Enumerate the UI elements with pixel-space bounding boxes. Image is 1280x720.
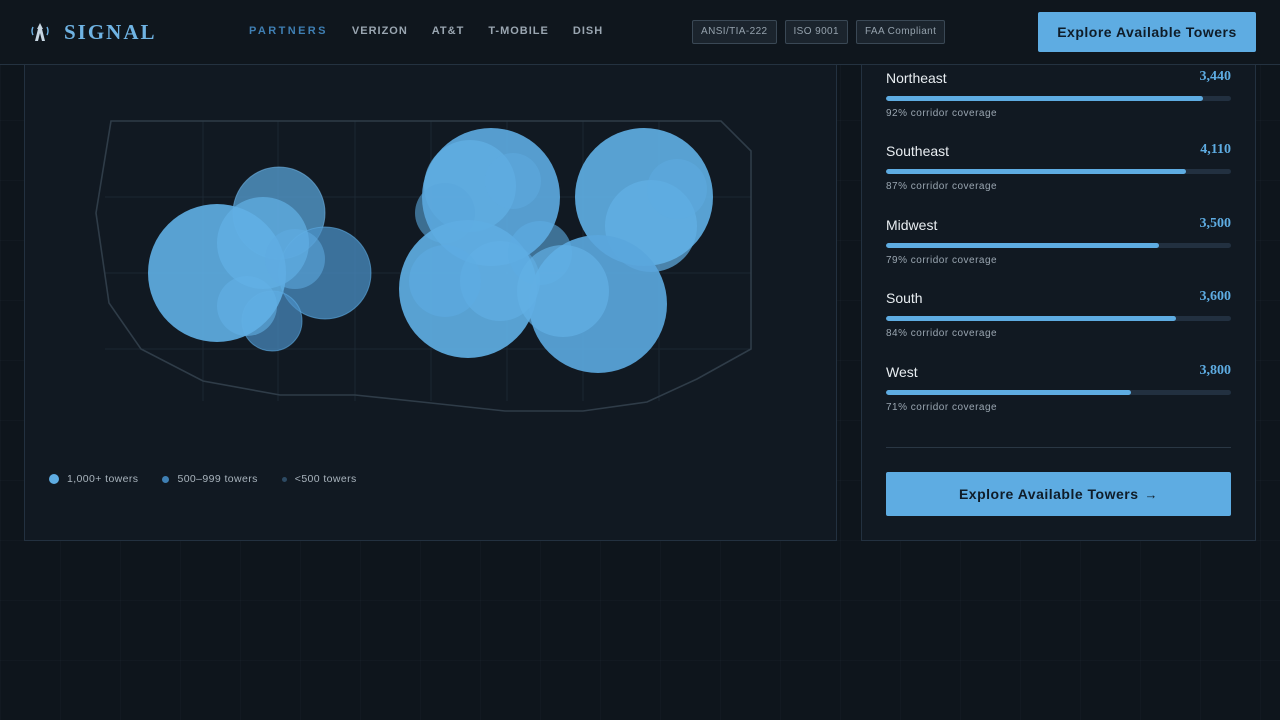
tower-cluster-bubble bbox=[217, 276, 277, 336]
region-coverage: 87% corridor coverage bbox=[886, 181, 998, 192]
region-northeast: Northeast 3,440 92% corridor coverage bbox=[886, 69, 1232, 120]
region-name: Northeast bbox=[886, 70, 947, 86]
region-tower-count: 3,800 bbox=[1199, 363, 1232, 378]
coverage-bar-fill bbox=[886, 243, 1159, 248]
region-south: South 3,600 84% corridor coverage bbox=[886, 289, 1232, 340]
legend-item-medium: 500–999 towers bbox=[162, 473, 257, 485]
region-midwest: Midwest 3,500 79% corridor coverage bbox=[886, 216, 1232, 267]
legend-dot-low bbox=[281, 476, 287, 482]
explore-towers-panel-button[interactable]: Explore Available Towers → bbox=[886, 472, 1231, 516]
legend-item-high: 1,000+ towers bbox=[49, 473, 138, 485]
region-name: Southeast bbox=[886, 143, 950, 159]
coverage-bar-fill bbox=[886, 390, 1131, 395]
legend-dot-high bbox=[49, 474, 59, 484]
tower-cluster-bubble bbox=[265, 229, 325, 289]
region-coverage: 92% corridor coverage bbox=[886, 108, 998, 119]
badge-faa: FAA Compliant bbox=[855, 20, 946, 44]
arrow-right-icon: → bbox=[1144, 487, 1159, 502]
region-name: Midwest bbox=[886, 217, 938, 233]
legend-item-low: <500 towers bbox=[281, 473, 357, 485]
region-tower-count: 3,440 bbox=[1199, 69, 1232, 84]
region-tower-count: 3,600 bbox=[1199, 289, 1232, 304]
region-tower-count: 4,110 bbox=[1200, 142, 1231, 157]
tower-cluster-bubble bbox=[409, 245, 481, 317]
coverage-bar bbox=[886, 243, 1231, 248]
region-tower-count: 3,500 bbox=[1199, 216, 1232, 231]
certification-badges: ANSI/TIA-222 ISO 9001 FAA Compliant bbox=[692, 20, 953, 44]
region-coverage: 71% corridor coverage bbox=[886, 402, 998, 413]
badge-iso: ISO 9001 bbox=[784, 20, 848, 44]
tower-cluster-bubble bbox=[485, 153, 541, 209]
nav-item-partners[interactable]: PARTNERS bbox=[249, 25, 328, 37]
regional-stats-panel: Northeast 3,440 92% corridor coverage So… bbox=[861, 40, 1256, 541]
region-name: West bbox=[886, 364, 918, 380]
region-west: West 3,800 71% corridor coverage bbox=[886, 363, 1232, 414]
coverage-bar-fill bbox=[886, 316, 1176, 321]
explore-towers-button[interactable]: Explore Available Towers bbox=[1038, 12, 1256, 52]
tower-cluster-bubble bbox=[517, 245, 609, 337]
us-map-svg bbox=[95, 120, 752, 412]
tower-coverage-map: 1,000+ towers 500–999 towers <500 towers bbox=[24, 40, 837, 541]
coverage-bar bbox=[886, 316, 1231, 321]
brand-name: SIGNAL bbox=[64, 19, 157, 44]
tower-icon bbox=[31, 23, 49, 41]
nav-item-att[interactable]: AT&T bbox=[432, 25, 465, 37]
nav-item-verizon[interactable]: VERIZON bbox=[352, 25, 408, 37]
panel-divider bbox=[886, 447, 1231, 448]
coverage-bar-fill bbox=[886, 96, 1204, 101]
map-legend: 1,000+ towers 500–999 towers <500 towers bbox=[49, 473, 381, 485]
brand-logo[interactable]: SIGNAL bbox=[30, 18, 157, 46]
tower-cluster-bubble bbox=[647, 159, 707, 219]
coverage-bar-fill bbox=[886, 169, 1187, 174]
nav-item-dish[interactable]: DISH bbox=[573, 25, 603, 37]
nav-item-tmobile[interactable]: T-MOBILE bbox=[488, 25, 549, 37]
button-label: Explore Available Towers bbox=[958, 486, 1139, 502]
legend-label: <500 towers bbox=[294, 473, 357, 485]
legend-label: 1,000+ towers bbox=[67, 473, 139, 485]
coverage-bar bbox=[886, 96, 1231, 101]
partner-nav: PARTNERS VERIZON AT&T T-MOBILE DISH bbox=[249, 25, 627, 37]
legend-label: 500–999 towers bbox=[177, 473, 258, 485]
region-name: South bbox=[886, 290, 923, 306]
coverage-bar bbox=[886, 169, 1231, 174]
region-coverage: 79% corridor coverage bbox=[886, 255, 998, 266]
top-header: SIGNAL PARTNERS VERIZON AT&T T-MOBILE DI… bbox=[0, 0, 1280, 65]
badge-ansi: ANSI/TIA-222 bbox=[692, 20, 777, 44]
legend-dot-medium bbox=[162, 475, 170, 483]
region-coverage: 84% corridor coverage bbox=[886, 328, 998, 339]
region-southeast: Southeast 4,110 87% corridor coverage bbox=[886, 142, 1231, 193]
coverage-bar bbox=[886, 390, 1231, 395]
tower-density-bubbles bbox=[148, 128, 713, 373]
